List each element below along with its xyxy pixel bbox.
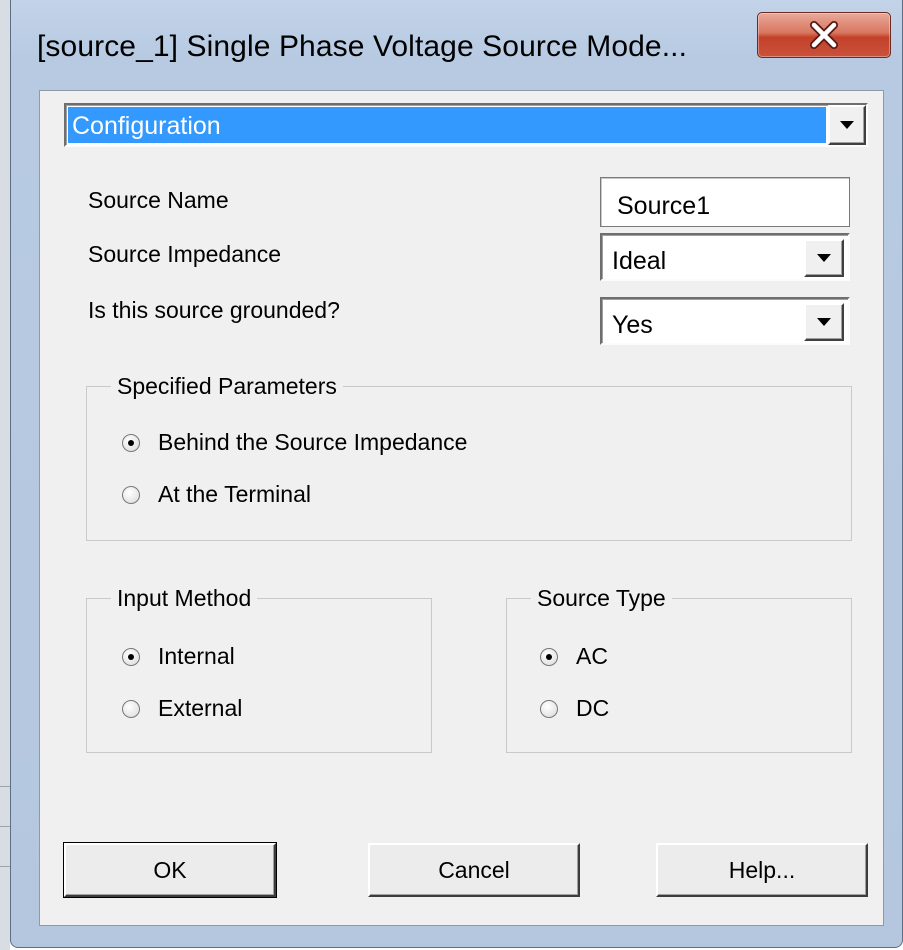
help-button[interactable]: Help... [656, 843, 868, 897]
radio-label: Internal [158, 643, 235, 669]
radio-at-terminal[interactable]: At the Terminal [122, 481, 311, 508]
radio-selected-icon [122, 433, 140, 452]
radio-ac[interactable]: AC [540, 643, 608, 670]
source-impedance-label: Source Impedance [88, 241, 282, 267]
radio-unselected-icon [122, 485, 140, 504]
radio-internal[interactable]: Internal [122, 643, 235, 670]
radio-unselected-icon [540, 699, 558, 718]
grounded-label: Is this source grounded? [88, 297, 340, 323]
close-icon [810, 21, 838, 49]
radio-label: External [158, 695, 243, 721]
input-method-title: Input Method [117, 585, 252, 611]
source-impedance-value: Ideal [612, 247, 667, 275]
chevron-down-icon [817, 254, 831, 262]
radio-label: DC [576, 695, 610, 721]
dialog-client-area: Configuration Source Name Source Impedan… [39, 90, 884, 926]
radio-external[interactable]: External [122, 695, 242, 722]
radio-dc[interactable]: DC [540, 695, 609, 722]
radio-label: Behind the Source Impedance [158, 429, 468, 455]
radio-unselected-icon [122, 699, 140, 718]
page-selector-dropdown[interactable]: Configuration [64, 103, 868, 147]
chevron-down-icon [840, 121, 854, 129]
source-impedance-arrow-button[interactable] [804, 239, 844, 277]
radio-label: At the Terminal [158, 481, 311, 507]
title-bar[interactable]: [source_1] Single Phase Voltage Source M… [11, 0, 902, 88]
ok-button[interactable]: OK [63, 842, 277, 898]
source-name-label: Source Name [88, 187, 229, 213]
page-selector-arrow-button[interactable] [828, 105, 866, 145]
cancel-button[interactable]: Cancel [368, 843, 580, 897]
grounded-arrow-button[interactable] [804, 303, 844, 341]
background-window-edge [0, 0, 10, 950]
dialog-window: [source_1] Single Phase Voltage Source M… [10, 0, 903, 948]
grounded-dropdown[interactable]: Yes [600, 297, 850, 345]
grounded-value: Yes [612, 311, 653, 339]
radio-selected-icon [540, 647, 558, 666]
page-selector-value: Configuration [72, 112, 221, 140]
source-impedance-dropdown[interactable]: Ideal [600, 233, 850, 281]
radio-selected-icon [122, 647, 140, 666]
close-button[interactable] [757, 12, 891, 58]
specified-parameters-group: Specified Parameters [86, 373, 852, 541]
source-name-field[interactable] [600, 177, 850, 227]
source-type-title: Source Type [537, 585, 666, 611]
specified-parameters-title: Specified Parameters [117, 373, 337, 399]
window-title: [source_1] Single Phase Voltage Source M… [37, 30, 688, 63]
radio-behind-source-impedance[interactable]: Behind the Source Impedance [122, 429, 467, 456]
radio-label: AC [576, 643, 608, 669]
source-name-input[interactable] [601, 178, 849, 226]
chevron-down-icon [817, 318, 831, 326]
